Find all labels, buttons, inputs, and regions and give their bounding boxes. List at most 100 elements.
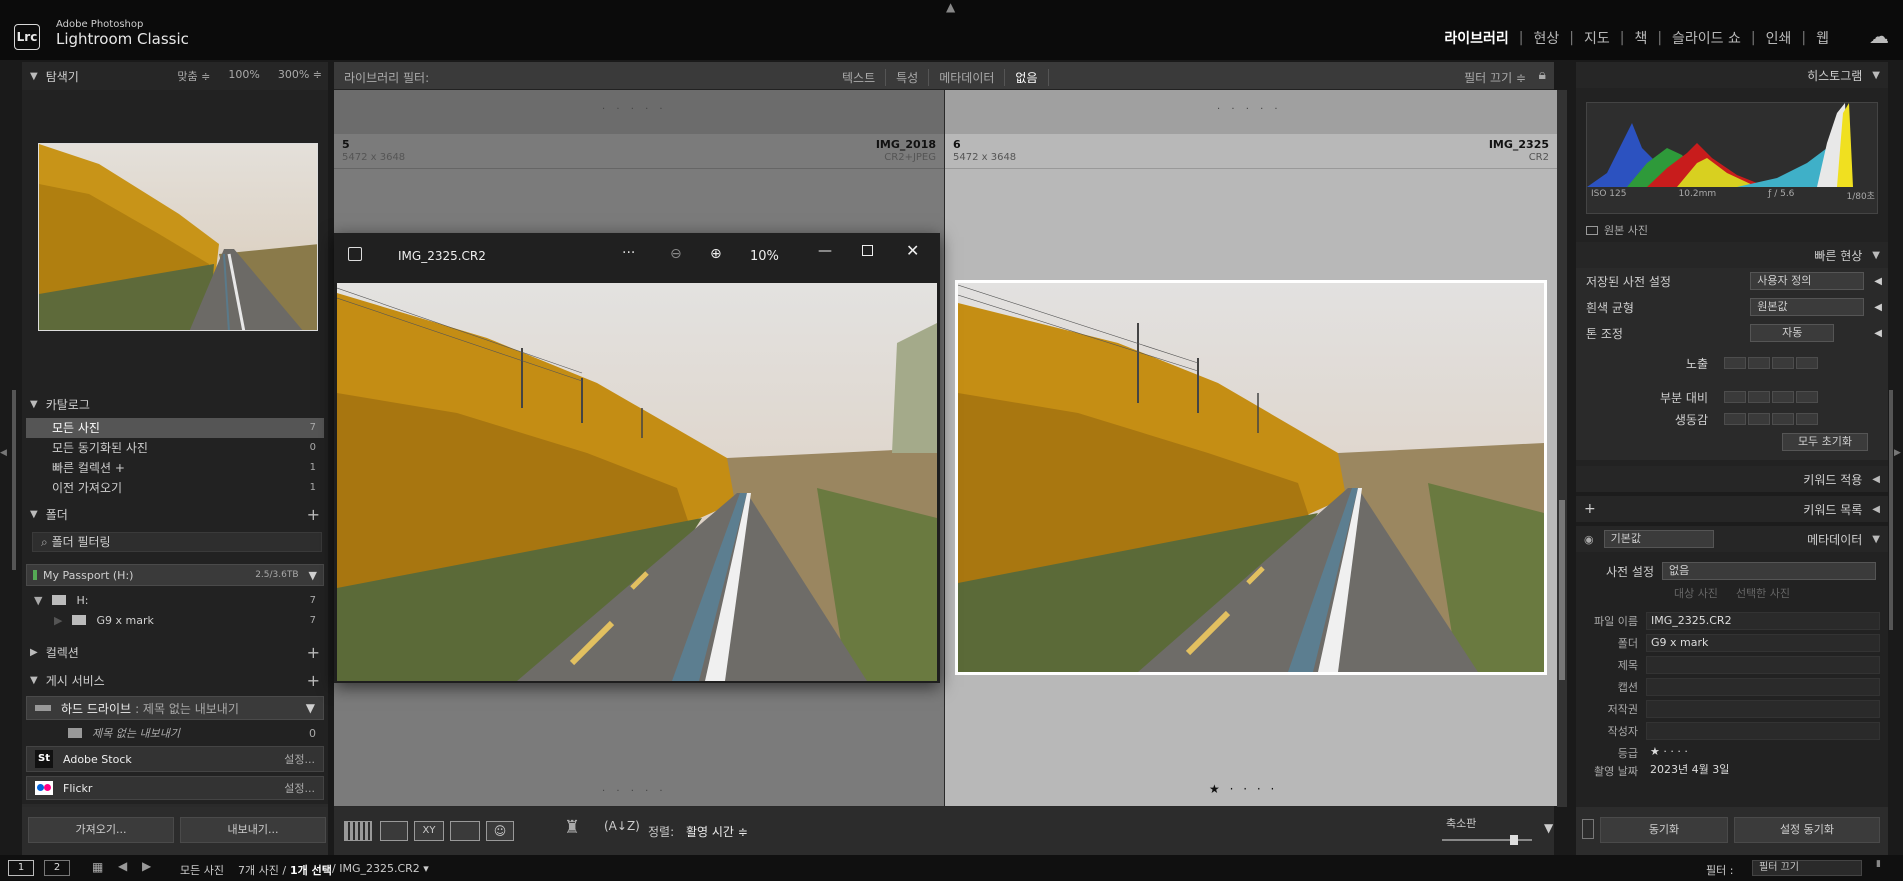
add-keyword-icon[interactable]: +	[1584, 501, 1596, 517]
field-value[interactable]	[1646, 700, 1880, 718]
module-develop[interactable]: 현상	[1523, 28, 1569, 48]
sync-settings-button[interactable]: 설정 동기화	[1734, 817, 1880, 843]
filter-off-dropdown[interactable]: 필터 끄기 ≑	[1464, 69, 1526, 86]
grid-small-icon[interactable]: ▦	[92, 860, 103, 874]
expand-triangle-icon[interactable]: ▶	[54, 614, 62, 627]
field-value[interactable]	[1646, 656, 1880, 674]
lock-icon[interactable]: 🔒︎	[1539, 67, 1546, 83]
catalog-item-all-photos[interactable]: 모든 사진 7	[26, 418, 324, 438]
metadata-header[interactable]: ◉ 기본값 메타데이터 ▼	[1576, 526, 1888, 552]
stepper-button[interactable]	[1724, 391, 1746, 403]
filter-toggle-icon[interactable]: ▮	[1876, 859, 1881, 869]
catalog-item-previous-import[interactable]: 이전 가져오기 1	[26, 478, 324, 498]
module-slideshow[interactable]: 슬라이드 쇼	[1662, 28, 1751, 48]
auto-tone-button[interactable]: 자동	[1750, 324, 1835, 342]
field-value[interactable]	[1646, 722, 1880, 740]
target-photo-button[interactable]: 대상 사진	[1674, 584, 1718, 604]
stepper-button[interactable]	[1772, 357, 1794, 369]
filmstrip-filter-dropdown[interactable]: 필터 끄기	[1752, 860, 1862, 876]
keyword-list-header[interactable]: + 키워드 목록 ◀	[1576, 496, 1888, 522]
folders-header[interactable]: ▼ 폴더 +	[22, 500, 328, 528]
sort-direction-icon[interactable]: (A↓Z)	[604, 819, 640, 833]
grid-view-icon[interactable]	[344, 821, 372, 841]
module-print[interactable]: 인쇄	[1756, 28, 1802, 48]
thumbnail-slider-handle[interactable]	[1510, 835, 1518, 845]
keywording-header[interactable]: 키워드 적용 ◀	[1576, 466, 1888, 492]
stepper-button[interactable]	[1748, 357, 1770, 369]
add-folder-icon[interactable]: +	[307, 505, 320, 524]
minimize-icon[interactable]: —	[818, 243, 832, 259]
volume-bar[interactable]: My Passport (H:) 2.5/3.6TB ▼	[26, 564, 324, 586]
right-collapse-arrow-icon[interactable]: ▶	[1894, 448, 1901, 458]
hard-drive-service[interactable]: 하드 드라이브 : 제목 없는 내보내기 ▼	[26, 696, 324, 720]
export-button[interactable]: 내보내기...	[180, 817, 326, 843]
collections-header[interactable]: ▶ 컬렉션 +	[22, 638, 328, 666]
field-value[interactable]: 2023년 4월 3일	[1646, 764, 1880, 778]
volume-menu-icon[interactable]: ▼	[309, 569, 317, 582]
export-item[interactable]: 제목 없는 내보내기 0	[26, 724, 324, 742]
loupe-view-icon[interactable]	[380, 821, 408, 841]
zoom-fit[interactable]: 맞춤 ≑	[177, 68, 210, 84]
folder-row-drive[interactable]: ▼ H: 7	[26, 590, 324, 610]
reset-all-button[interactable]: 모두 초기화	[1782, 433, 1868, 451]
flickr-service[interactable]: Flickr 설정...	[26, 776, 324, 800]
import-button[interactable]: 가져오기...	[28, 817, 174, 843]
field-value[interactable]: G9 x mark	[1646, 634, 1880, 652]
filter-tab-none[interactable]: 없음	[1005, 69, 1049, 86]
secondary-monitor-button[interactable]: 2	[44, 860, 70, 876]
module-map[interactable]: 지도	[1574, 28, 1620, 48]
zoom-300[interactable]: 300% ≑	[278, 68, 322, 84]
navigator-thumbnail[interactable]	[38, 143, 318, 331]
cell-rating-stars[interactable]: ★ · · · ·	[1209, 782, 1277, 796]
expand-left-icon[interactable]: ◀	[1874, 328, 1882, 339]
catalog-header[interactable]: ▼ 카탈로그	[22, 390, 328, 418]
sync-toggle-switch[interactable]	[1582, 819, 1594, 839]
expand-triangle-icon[interactable]: ▼	[34, 594, 42, 607]
catalog-item-quick-collection[interactable]: 빠른 컬렉션 + 1	[26, 458, 324, 478]
stepper-button[interactable]	[1796, 391, 1818, 403]
field-value[interactable]: ★ · · · ·	[1646, 744, 1880, 762]
module-web[interactable]: 웹	[1806, 28, 1839, 48]
filmstrip-filename[interactable]: / IMG_2325.CR2 ▾	[332, 862, 429, 875]
selected-photo-thumbnail[interactable]	[955, 280, 1547, 675]
filmstrip-source[interactable]: 모든 사진	[180, 862, 224, 878]
zoom-100[interactable]: 100%	[228, 68, 259, 84]
viewer-titlebar[interactable]: IMG_2325.CR2 ··· ⊖ ⊕ 10% — ✕	[334, 233, 940, 283]
grid-cell-prev-a[interactable]: · · · · ·	[334, 90, 944, 134]
stepper-button[interactable]	[1772, 413, 1794, 425]
right-scrollbar[interactable]	[1889, 390, 1893, 630]
module-library[interactable]: 라이브러리	[1434, 28, 1518, 48]
quick-develop-header[interactable]: 빠른 현상 ▼	[1576, 242, 1888, 268]
adobe-stock-service[interactable]: St Adobe Stock 설정...	[26, 746, 324, 772]
collapse-top-arrow-icon[interactable]: ▲	[946, 0, 955, 14]
grid-scroll-thumb[interactable]	[1559, 500, 1565, 680]
folder-filter-input[interactable]: ⌕ 폴더 필터링	[32, 532, 322, 552]
original-photo-toggle[interactable]: 원본 사진	[1586, 222, 1648, 238]
publish-header[interactable]: ▼ 게시 서비스 +	[22, 666, 328, 694]
back-arrow-icon[interactable]: ◀	[118, 859, 127, 873]
zoom-in-icon[interactable]: ⊕	[710, 246, 722, 262]
add-publish-icon[interactable]: +	[307, 671, 320, 690]
filter-tab-metadata[interactable]: 메타데이터	[929, 69, 1006, 86]
eye-icon[interactable]: ◉	[1584, 533, 1594, 546]
thumbnail-size-slider[interactable]	[1442, 839, 1532, 841]
left-scrollbar[interactable]	[12, 390, 16, 570]
saved-preset-dropdown[interactable]: 사용자 정의	[1750, 272, 1865, 290]
grid-scrollbar[interactable]	[1557, 90, 1567, 807]
stepper-button[interactable]	[1724, 413, 1746, 425]
service-setup-link[interactable]: 설정...	[284, 751, 315, 767]
viewer-image[interactable]	[337, 283, 937, 681]
field-value[interactable]: IMG_2325.CR2	[1646, 612, 1880, 630]
forward-arrow-icon[interactable]: ▶	[142, 859, 151, 873]
service-menu-icon[interactable]: ▼	[306, 701, 315, 715]
cloud-icon[interactable]: ☁	[1869, 24, 1889, 48]
left-collapse-arrow-icon[interactable]: ◀	[0, 448, 7, 458]
stepper-button[interactable]	[1796, 413, 1818, 425]
sort-dropdown[interactable]: 활영 시간 ≑	[686, 823, 748, 840]
selected-photos-button[interactable]: 선택한 사진	[1736, 584, 1790, 604]
metadata-preset-dropdown[interactable]: 없음	[1662, 562, 1876, 580]
stepper-button[interactable]	[1748, 391, 1770, 403]
painter-icon[interactable]: ♜	[564, 817, 580, 838]
add-collection-icon[interactable]: +	[307, 643, 320, 662]
expand-left-icon[interactable]: ◀	[1874, 276, 1882, 287]
